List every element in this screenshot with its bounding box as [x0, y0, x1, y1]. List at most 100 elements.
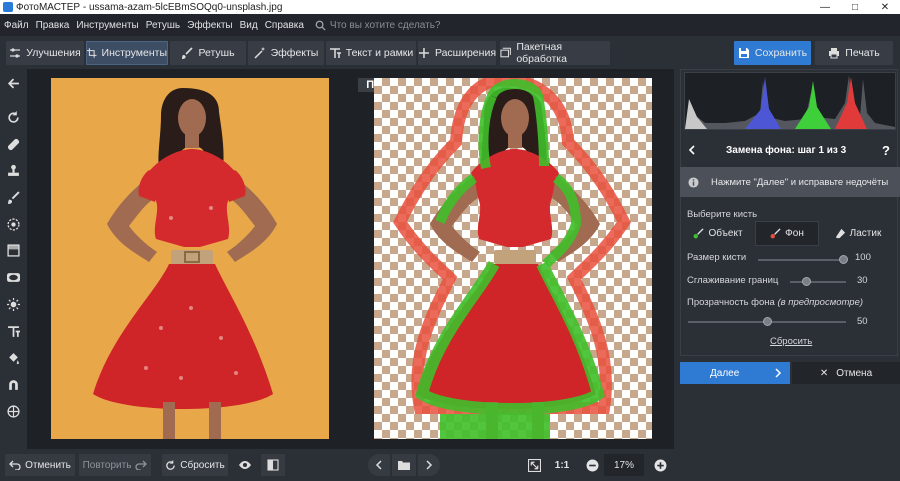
stamp-tool[interactable]	[5, 162, 21, 178]
paint-bucket-icon	[8, 352, 19, 364]
redo-label: Повторить	[82, 459, 132, 471]
plus-icon	[418, 48, 429, 58]
maximize-button[interactable]: □	[840, 0, 870, 14]
zoom-in-button[interactable]	[650, 454, 670, 476]
brush-size-slider[interactable]	[758, 255, 848, 264]
text-icon	[7, 325, 20, 337]
minimize-button[interactable]: —	[810, 0, 840, 14]
brush-tool[interactable]	[5, 189, 21, 205]
brush-eraser-button[interactable]: Ластик	[826, 221, 890, 246]
save-button[interactable]: Сохранить	[734, 41, 811, 65]
compare-button[interactable]	[261, 454, 285, 476]
back-arrow-button[interactable]	[5, 75, 21, 91]
main-toolbar: Улучшения Инструменты Ретушь Эффекты Тек…	[0, 36, 900, 69]
brush-object-button[interactable]: Объект	[686, 221, 750, 246]
radial-filter-tool[interactable]	[5, 216, 21, 232]
bandage-icon	[7, 138, 19, 150]
menu-file[interactable]: Файл	[4, 20, 29, 31]
next-label: Далее	[710, 367, 740, 379]
cancel-button[interactable]: ✕ Отмена	[792, 362, 900, 384]
panel-back-icon[interactable]	[688, 145, 696, 155]
tab-enhancements[interactable]: Улучшения	[6, 41, 84, 65]
help-icon[interactable]: ?	[882, 143, 890, 158]
menu-help[interactable]: Справка	[265, 20, 304, 31]
tab-extensions-label: Расширения	[434, 47, 496, 59]
menu-search[interactable]: Что вы хотите сделать?	[315, 19, 441, 31]
prev-photo-button[interactable]	[368, 454, 390, 476]
preview-toggle-button[interactable]	[233, 454, 257, 476]
undo-label: Отменить	[25, 459, 71, 471]
brush-size-value: 100	[855, 252, 871, 263]
target-icon	[6, 217, 20, 231]
smoothing-knob[interactable]	[802, 277, 812, 286]
opacity-slider[interactable]	[688, 317, 846, 326]
global-tool[interactable]	[5, 403, 21, 419]
vignette-tool[interactable]	[5, 269, 21, 285]
hint-box: Нажмите "Далее" и исправьте недочёты	[680, 167, 900, 197]
title-bar: ФотоМАСТЕР - ussama-azam-5lcEBmSOQq0-uns…	[0, 0, 900, 14]
tab-tools[interactable]: Инструменты	[86, 41, 168, 65]
zoom-level[interactable]: 17%	[604, 454, 644, 476]
before-image	[51, 78, 329, 439]
search-icon	[315, 20, 326, 31]
liquify-tool[interactable]	[5, 376, 21, 392]
menu-edit[interactable]: Правка	[36, 20, 70, 31]
plus-circle-icon	[654, 459, 666, 471]
open-folder-button[interactable]	[392, 454, 416, 476]
healing-tool[interactable]	[5, 136, 21, 152]
brush-background-button[interactable]: Фон	[755, 221, 819, 246]
save-label: Сохранить	[754, 47, 808, 59]
green-brush-icon	[694, 228, 705, 239]
menu-tools[interactable]: Инструменты	[76, 20, 138, 31]
smoothing-label: Сглаживание границ	[687, 275, 779, 286]
tab-text-frames[interactable]: Текст и рамки	[326, 41, 416, 65]
batch-processing-button[interactable]: Пакетная обработка	[500, 41, 610, 65]
tab-effects[interactable]: Эффекты	[248, 41, 324, 65]
rotate-tool[interactable]	[5, 109, 21, 125]
photo-canvas[interactable]: До После	[27, 69, 674, 449]
panel-header: Замена фона: шаг 1 из 3 ?	[680, 139, 900, 161]
menu-bar: Файл Правка Инструменты Ретушь Эффекты В…	[0, 14, 900, 36]
panel-title: Замена фона: шаг 1 из 3	[726, 144, 847, 156]
menu-effects[interactable]: Эффекты	[187, 20, 232, 31]
text-tool[interactable]	[5, 323, 21, 339]
opacity-knob[interactable]	[762, 317, 772, 326]
tab-effects-label: Эффекты	[270, 47, 319, 59]
fit-screen-button[interactable]	[523, 454, 545, 476]
background-replace-tool[interactable]	[5, 350, 21, 366]
search-placeholder: Что вы хотите сделать?	[329, 19, 441, 31]
magic-wand-icon	[254, 47, 265, 59]
tab-retouch-label: Ретушь	[198, 47, 235, 59]
left-toolbar	[0, 69, 27, 449]
histogram-graph	[685, 75, 895, 129]
next-photo-button[interactable]	[418, 454, 440, 476]
tab-extensions[interactable]: Расширения	[418, 41, 496, 65]
gradient-filter-tool[interactable]	[5, 242, 21, 258]
eye-icon	[239, 461, 251, 469]
undo-button[interactable]: Отменить	[5, 454, 75, 476]
zoom-out-button[interactable]	[582, 454, 602, 476]
actual-size-button[interactable]: 1:1	[550, 454, 574, 476]
opacity-note: (в предпросмотре)	[777, 297, 864, 308]
reset-link[interactable]: Сбросить	[770, 336, 812, 347]
print-button[interactable]: Печать	[815, 41, 893, 65]
smoothing-slider[interactable]	[790, 277, 846, 286]
menu-retouch[interactable]: Ретушь	[146, 20, 180, 31]
tab-text-frames-label: Текст и рамки	[345, 47, 414, 59]
reset-icon	[166, 459, 176, 470]
save-icon	[738, 48, 749, 58]
light-tool[interactable]	[5, 296, 21, 312]
close-button[interactable]: ✕	[870, 0, 900, 14]
compare-icon	[267, 459, 279, 471]
brush-icon	[182, 47, 194, 59]
tab-enhancements-label: Улучшения	[26, 47, 81, 59]
tab-retouch[interactable]: Ретушь	[170, 41, 246, 65]
next-button[interactable]: Далее	[680, 362, 790, 384]
brush-size-knob[interactable]	[838, 255, 848, 264]
menu-view[interactable]: Вид	[240, 20, 258, 31]
redo-button[interactable]: Повторить	[79, 454, 151, 476]
background-mask-preview	[393, 73, 631, 439]
reset-button[interactable]: Сбросить	[162, 454, 228, 476]
undo-icon	[9, 460, 21, 470]
app-logo-icon	[3, 2, 13, 12]
